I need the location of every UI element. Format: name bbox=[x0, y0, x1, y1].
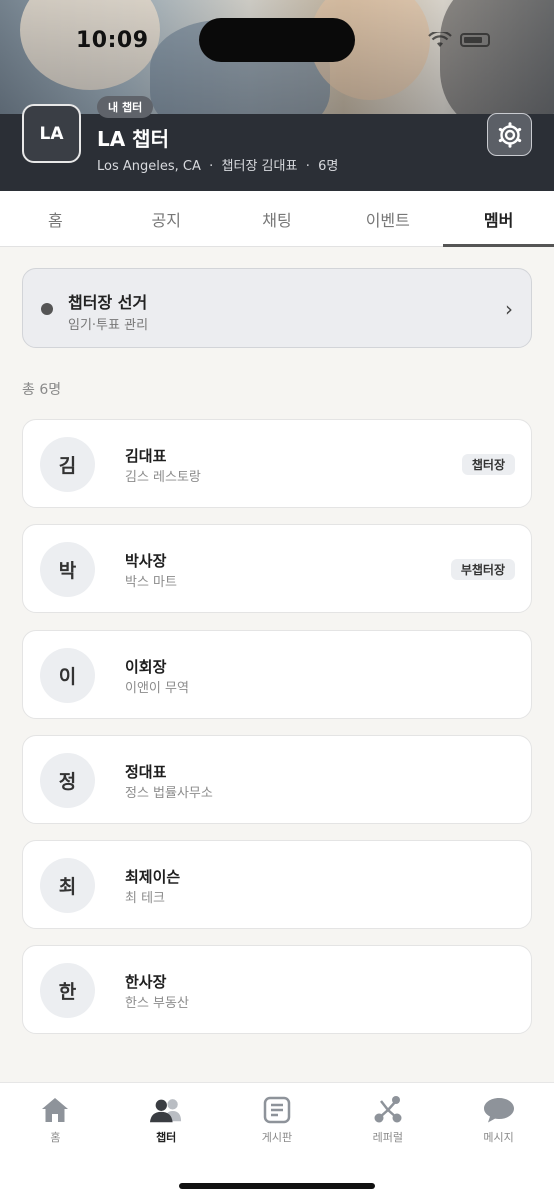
member-company: 최 테크 bbox=[125, 891, 166, 907]
member-name: 이회장 bbox=[125, 657, 167, 676]
member-card[interactable]: 정 정대표 정스 법률사무소 bbox=[22, 734, 532, 824]
tab-events[interactable]: 이벤트 bbox=[332, 191, 443, 246]
nav-label: 게시판 bbox=[261, 1131, 293, 1144]
member-count: 총 6명 bbox=[22, 382, 62, 398]
member-card[interactable]: 한 한사장 한스 부동산 bbox=[22, 945, 532, 1035]
tab-notice[interactable]: 공지 bbox=[111, 191, 222, 246]
avatar: 김 bbox=[40, 437, 95, 492]
nav-label: 레퍼럴 bbox=[372, 1131, 403, 1144]
election-card[interactable]: 챕터장 선거 임기·투표 관리 › bbox=[22, 268, 532, 348]
member-name: 김대표 bbox=[125, 447, 167, 465]
dynamic-island bbox=[199, 18, 355, 62]
avatar: 한 bbox=[40, 963, 95, 1019]
avatar: 이 bbox=[40, 647, 95, 703]
home-icon bbox=[39, 1095, 71, 1125]
tab-chat[interactable]: 채팅 bbox=[222, 191, 333, 246]
member-card[interactable]: 박 박사장 박스 마트 부챕터장 bbox=[22, 524, 532, 614]
member-company: 이앤이 무역 bbox=[125, 680, 189, 696]
chevron-right-icon: › bbox=[505, 297, 513, 321]
member-name: 정대표 bbox=[125, 762, 167, 781]
chapter-logo: LA bbox=[22, 104, 81, 163]
chapter-title: LA 챕터 bbox=[97, 127, 169, 151]
status-icons bbox=[428, 32, 490, 48]
member-name: 한사장 bbox=[125, 973, 167, 992]
wifi-icon bbox=[428, 32, 452, 47]
avatar: 박 bbox=[40, 542, 95, 598]
my-chapter-badge: 내 챕터 bbox=[97, 96, 154, 118]
member-company: 김스 레스토랑 bbox=[125, 470, 201, 485]
chapter-meta: Los Angeles, CA · 챕터장 김대표 · 6명 bbox=[97, 159, 339, 174]
battery-icon bbox=[460, 33, 490, 47]
tab-home[interactable]: 홈 bbox=[0, 191, 111, 246]
avatar: 정 bbox=[40, 752, 95, 808]
nav-message[interactable]: 메시지 bbox=[443, 1083, 554, 1200]
home-indicator bbox=[179, 1183, 375, 1189]
election-subtitle: 임기·투표 관리 bbox=[68, 318, 149, 333]
member-card[interactable]: 최 최제이슨 최 테크 bbox=[22, 840, 532, 930]
nav-label: 메시지 bbox=[483, 1131, 514, 1144]
member-name: 박사장 bbox=[125, 552, 167, 571]
nav-label: 홈 bbox=[50, 1131, 61, 1144]
settings-button[interactable] bbox=[487, 113, 532, 156]
member-card[interactable]: 김 김대표 김스 레스토랑 챕터장 bbox=[22, 419, 532, 508]
member-name: 최제이슨 bbox=[125, 868, 181, 887]
member-company: 박스 마트 bbox=[125, 575, 177, 591]
role-badge: 부챕터장 bbox=[450, 559, 515, 581]
tab-members[interactable]: 멤버 bbox=[443, 191, 554, 247]
member-list: 김 김대표 김스 레스토랑 챕터장 박 박사장 박스 마트 부챕터장 이 이회장… bbox=[22, 419, 532, 1051]
nav-label: 챕터 bbox=[156, 1131, 177, 1144]
board-icon bbox=[261, 1095, 293, 1125]
bullet-dot-icon bbox=[41, 303, 53, 315]
message-icon bbox=[483, 1095, 515, 1125]
member-company: 한스 부동산 bbox=[125, 996, 189, 1012]
nav-home[interactable]: 홈 bbox=[0, 1083, 111, 1200]
member-company: 정스 법률사무소 bbox=[125, 785, 213, 801]
avatar: 최 bbox=[40, 858, 95, 914]
referral-icon bbox=[372, 1095, 404, 1125]
gear-icon bbox=[498, 121, 521, 148]
people-icon bbox=[150, 1095, 182, 1125]
chapter-tabs: 홈 공지 채팅 이벤트 멤버 bbox=[0, 191, 554, 247]
chapter-header bbox=[0, 114, 554, 191]
role-badge: 챕터장 bbox=[461, 454, 515, 475]
election-title: 챕터장 선거 bbox=[68, 293, 148, 312]
status-time: 10:09 bbox=[76, 28, 149, 53]
member-card[interactable]: 이 이회장 이앤이 무역 bbox=[22, 629, 532, 719]
